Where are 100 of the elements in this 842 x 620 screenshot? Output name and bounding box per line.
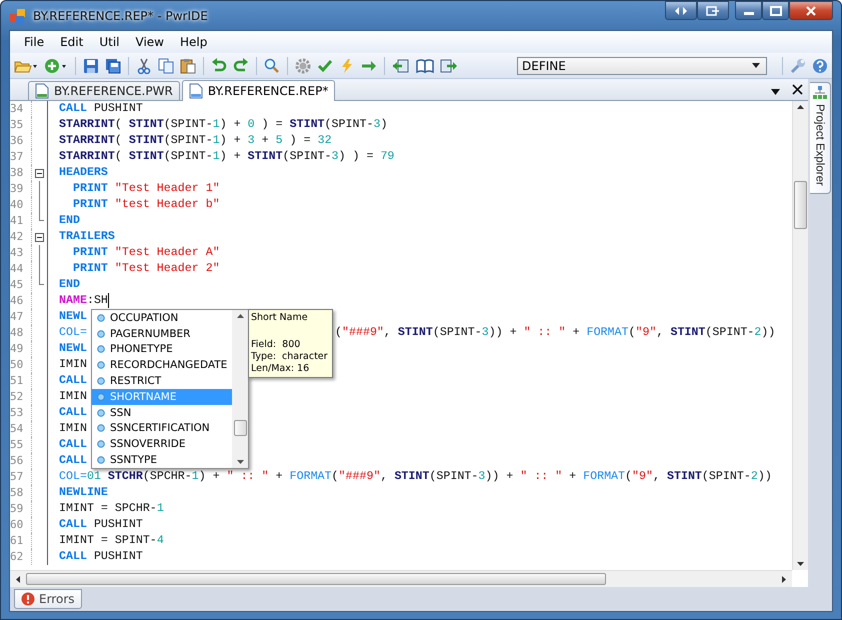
horizontal-scrollbar[interactable] [10,570,792,587]
code-text: ) = [288,133,312,149]
completion-item[interactable]: RESTRICT [92,373,232,389]
code-command: NEWL [59,309,87,325]
code-command: END [59,277,80,293]
code-number: 3 [478,469,486,485]
scroll-down-icon[interactable] [797,562,804,566]
scrollbar[interactable] [232,310,248,468]
line-number: 44 [10,261,32,277]
scroll-right-icon[interactable] [782,576,786,582]
menu-item[interactable]: File [16,33,52,51]
completion-item[interactable]: SSNTYPE [92,452,232,468]
code-text: (SPINT- [324,117,374,133]
code-string: "9" [632,469,653,485]
collapse-icon[interactable] [35,232,44,242]
menu-item[interactable]: View [128,33,172,51]
bullet-icon [97,392,105,401]
code-keyword: STINT [290,117,325,133]
dropdown-arrow-icon[interactable] [771,89,780,95]
code-number: 3 [332,149,339,165]
line-number: 43 [10,245,32,261]
code-command: CALL [59,101,87,117]
code-string: "Test Header 2" [114,261,220,277]
line-number: 55 [10,437,32,453]
code-command: CALL [59,373,87,389]
document-tab[interactable]: BY.REFERENCE.REP* [182,80,336,101]
code-keyword: STINT [394,469,430,485]
save-icon[interactable] [81,56,101,74]
code-text: ( [114,149,123,165]
menu-item[interactable]: Edit [52,33,92,51]
line-number: 50 [10,357,32,373]
scroll-left-icon[interactable] [16,576,20,582]
code-number: 1 [212,117,220,133]
code-text: ( [625,469,632,485]
vertical-scrollbar[interactable] [792,101,808,570]
bullet-icon [97,377,105,386]
code-text: , [653,469,661,485]
completion-item[interactable]: SSNOVERRIDE [92,436,232,452]
copy-icon[interactable] [156,56,176,74]
line-number: 38 [10,165,32,181]
document-tab[interactable]: BY.REFERENCE.PWR [28,81,180,100]
code-number: 2 [754,325,762,341]
code-text: ( [628,325,636,341]
completion-item[interactable]: PHONETYPE [92,342,232,358]
code-keyword: STINT [398,325,433,341]
code-text: + [274,469,284,485]
scroll-up-icon[interactable] [797,105,804,109]
completion-item[interactable]: SSNCERTIFICATION [92,420,232,436]
line-number: 58 [10,485,32,501]
errors-tab[interactable]: Errors [14,589,82,609]
code-text: , [656,325,664,341]
completion-item[interactable]: RECORDCHANGEDATE [92,357,232,374]
export-icon[interactable] [438,56,460,74]
code-function: COL= [59,325,87,341]
scroll-up-icon[interactable] [236,314,244,318]
scroll-thumb[interactable] [26,573,606,585]
line-number: 36 [10,133,32,149]
swap-button[interactable] [665,1,697,20]
completion-item[interactable]: SSN [92,404,232,421]
swap-arrows-icon [674,6,688,16]
code-string: "test Header b" [114,197,220,213]
code-text: ( [335,325,342,341]
project-explorer-tab[interactable]: Project Explorer [810,82,830,194]
close-button[interactable] [789,1,833,20]
code-text: (SPINT- [164,133,213,149]
help-icon[interactable] [810,56,830,74]
save-all-icon[interactable] [103,56,123,74]
collapse-icon[interactable] [35,168,44,178]
gear-icon[interactable] [293,56,313,74]
scroll-down-icon[interactable] [236,460,244,464]
define-dropdown[interactable]: DEFINE [517,56,767,74]
code-keyword: STARRINT [59,149,115,165]
code-text: + [572,325,581,341]
paste-icon[interactable] [178,56,198,74]
code-function: COL= [59,469,87,485]
code-text: ) = [260,117,284,133]
minimize-button[interactable] [735,1,762,20]
close-icon[interactable] [792,84,803,95]
code-string: "9" [636,325,656,341]
code-text: )) [761,325,776,341]
scroll-thumb[interactable] [234,420,246,436]
code-text: (SPINT- [432,325,482,341]
line-number: 52 [10,389,32,405]
tooltip-text: Field: 800 [251,339,302,351]
menu-item[interactable]: Util [91,33,128,51]
maximize-button[interactable] [762,1,789,20]
wrench-icon[interactable] [788,56,808,74]
completion-item[interactable]: PAGERNUMBER [92,326,232,342]
scroll-thumb[interactable] [794,181,807,229]
window-export-button[interactable] [697,1,729,20]
book-icon[interactable] [414,56,436,74]
code-text: (SPINT- [164,117,213,133]
code-command: CALL [59,549,87,565]
line-number: 60 [10,517,32,533]
menu-item[interactable]: Help [172,33,216,51]
completion-item[interactable]: OCCUPATION [92,310,232,326]
code-text: , [384,325,392,341]
code-command: NEWLINE [59,485,108,501]
code-string: "###9" [338,469,380,485]
window-title: BY.REFERENCE.REP* - PwrIDE [33,8,208,22]
